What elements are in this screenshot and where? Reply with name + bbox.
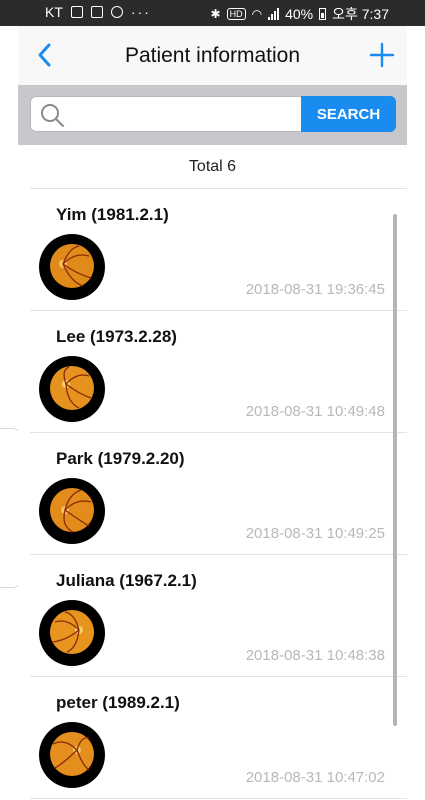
visit-timestamp: 2018-08-31 10:49:25 — [245, 525, 385, 542]
list-item[interactable]: peter (1989.2.1) 2018-08-31 10:47:02 — [30, 677, 407, 799]
battery-icon — [319, 8, 327, 20]
image-icon — [90, 6, 103, 18]
plus-icon — [369, 42, 395, 68]
patient-list: Yim (1981.2.1) 2018-08-31 19:36:45 Lee (… — [30, 188, 407, 800]
patient-name: Lee (1973.2.28) — [56, 327, 177, 346]
carrier-label: KT — [45, 4, 63, 20]
screen: KT ··· ✱ HD ◠ 40% 오후 7:37 Patient inform… — [0, 0, 425, 800]
search-input[interactable] — [71, 101, 300, 129]
fundus-thumbnail — [39, 478, 105, 544]
patient-name: peter (1989.2.1) — [56, 693, 180, 712]
battery-percent: 40% — [285, 6, 314, 22]
fundus-thumbnail — [39, 234, 105, 300]
clock: 오후 7:37 — [332, 6, 389, 22]
search-bar: SEARCH — [18, 85, 407, 145]
page-title: Patient information — [124, 44, 301, 67]
fundus-thumbnail — [39, 722, 105, 788]
list-item[interactable]: Park (1979.2.20) 2018-08-31 10:49:25 — [30, 433, 407, 555]
add-patient-button[interactable] — [367, 40, 397, 70]
visit-timestamp: 2018-08-31 19:36:45 — [245, 281, 385, 298]
patient-name: Yim (1981.2.1) — [56, 205, 169, 224]
link-icon — [70, 6, 83, 18]
chat-icon — [110, 6, 123, 18]
status-right: ✱ HD ◠ 40% 오후 7:37 — [211, 4, 389, 24]
list-item[interactable]: Yim (1981.2.1) 2018-08-31 19:36:45 — [30, 189, 407, 311]
more-notifications-icon: ··· — [130, 4, 151, 20]
visit-timestamp: 2018-08-31 10:47:02 — [245, 769, 385, 786]
patient-name: Park (1979.2.20) — [56, 449, 185, 468]
total-count: Total 6 — [188, 158, 237, 175]
visit-timestamp: 2018-08-31 10:48:38 — [245, 647, 385, 664]
patient-name: Juliana (1967.2.1) — [56, 571, 197, 590]
list-item[interactable]: Lee (1973.2.28) 2018-08-31 10:49:48 — [30, 311, 407, 433]
status-bar: KT ··· ✱ HD ◠ 40% 오후 7:37 — [0, 0, 425, 26]
list-scrollbar[interactable] — [393, 214, 397, 726]
search-button[interactable]: SEARCH — [301, 96, 396, 132]
status-left: KT ··· — [45, 4, 151, 20]
header-bar: Patient information — [18, 26, 407, 85]
wifi-icon: ◠ — [251, 7, 263, 21]
list-item[interactable]: Juliana (1967.2.1) 2018-08-31 10:48:38 — [30, 555, 407, 677]
search-field — [30, 96, 302, 132]
bluetooth-icon: ✱ — [210, 7, 221, 21]
hd-label: HD — [226, 8, 246, 20]
fundus-thumbnail — [39, 356, 105, 422]
visit-timestamp: 2018-08-31 10:49:48 — [245, 403, 385, 420]
search-icon — [41, 104, 64, 127]
app-view: Patient information SEARCH Total 6 Yim (… — [18, 26, 407, 800]
signal-icon — [268, 8, 280, 20]
fundus-thumbnail — [39, 600, 105, 666]
